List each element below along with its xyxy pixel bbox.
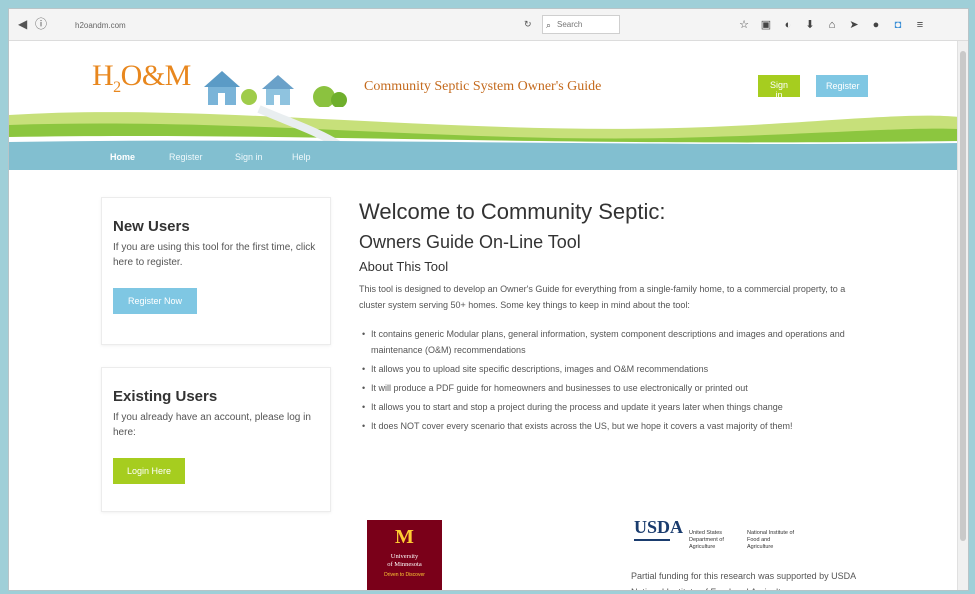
site-tagline: Community Septic System Owner's Guide xyxy=(364,79,602,94)
about-intro: This tool is designed to develop an Owne… xyxy=(359,284,846,310)
header-signin-button[interactable]: Sign in xyxy=(758,75,800,100)
login-here-button[interactable]: Login Here xyxy=(113,458,185,484)
page-title: Welcome to Community Septic: xyxy=(359,199,666,224)
list-item: It allows you to start and stop a projec… xyxy=(359,399,869,415)
address-bar[interactable] xyxy=(71,16,526,34)
register-now-button[interactable]: Register Now xyxy=(113,288,197,314)
menu-icon[interactable]: ≡ xyxy=(909,18,931,32)
umn-m-mark: M xyxy=(395,526,414,548)
nifa-text: National Institute of Food and Agricultu… xyxy=(747,530,795,550)
browser-window: ◀ ⓘ ↻ ⌕ ☆ ▣ ◐ ⬇ ⌂ ➤ ● ◘ ≡ H2O&M xyxy=(8,8,969,591)
list-item: It will produce a PDF guide for homeowne… xyxy=(359,380,869,396)
browser-search-input[interactable] xyxy=(542,15,620,34)
browser-toolbar: ◀ ⓘ ↻ ⌕ ☆ ▣ ◐ ⬇ ⌂ ➤ ● ◘ ≡ xyxy=(9,9,968,41)
feature-list: It contains generic Modular plans, gener… xyxy=(359,326,869,434)
about-heading: About This Tool xyxy=(359,259,449,274)
new-users-card: New Users If you are using this tool for… xyxy=(101,197,331,345)
funding-note: Partial funding for this research was su… xyxy=(631,571,856,590)
list-item: It allows you to upload site specific de… xyxy=(359,361,869,377)
existing-users-title: Existing Users xyxy=(113,388,218,405)
chat-icon[interactable]: ● xyxy=(865,18,887,32)
new-users-text: If you are using this tool for the first… xyxy=(113,242,316,268)
search-icon: ⌕ xyxy=(546,20,552,30)
home-icon[interactable]: ⌂ xyxy=(821,18,843,32)
nav-signin[interactable]: Sign in xyxy=(235,152,263,162)
umn-logo: M University of Minnesota Driven to Disc… xyxy=(367,520,442,590)
header-register-button[interactable]: Register xyxy=(816,75,868,97)
site-logo[interactable]: H2O&M xyxy=(92,59,191,97)
main-content: Welcome to Community Septic: Owners Guid… xyxy=(359,199,899,437)
list-item: It does NOT cover every scenario that ex… xyxy=(359,418,869,434)
site-header: H2O&M Community Septic System Owner's Gu… xyxy=(9,42,959,147)
extension-icon[interactable]: ◘ xyxy=(887,18,909,32)
existing-users-text: If you already have an account, please l… xyxy=(113,412,311,438)
nav-home[interactable]: Home xyxy=(110,152,135,162)
new-users-title: New Users xyxy=(113,218,190,235)
umn-slogan: Driven to Discover xyxy=(384,572,425,578)
library-icon[interactable]: ▣ xyxy=(755,18,777,32)
page-subtitle: Owners Guide On-Line Tool xyxy=(359,232,581,252)
info-icon[interactable]: ⓘ xyxy=(35,17,47,31)
page-scrollbar[interactable] xyxy=(957,41,968,590)
usda-logo: USDA xyxy=(634,517,683,541)
download-icon[interactable]: ⬇ xyxy=(799,18,821,32)
nav-help[interactable]: Help xyxy=(292,152,311,162)
existing-users-card: Existing Users If you already have an ac… xyxy=(101,367,331,512)
main-navbar: Home Register Sign in Help xyxy=(9,144,959,170)
nav-register[interactable]: Register xyxy=(169,152,203,162)
umn-name: University of Minnesota xyxy=(387,553,422,568)
scrollbar-thumb[interactable] xyxy=(960,51,966,541)
bookmark-star-icon[interactable]: ☆ xyxy=(733,18,755,32)
pocket-icon[interactable]: ◐ xyxy=(777,18,799,32)
usda-department-text: United States Department of Agriculture xyxy=(689,530,724,550)
reload-icon[interactable]: ↻ xyxy=(524,17,532,31)
header-wave-decoration xyxy=(9,105,959,147)
send-icon[interactable]: ➤ xyxy=(843,18,865,32)
back-icon[interactable]: ◀ xyxy=(18,17,27,31)
list-item: It contains generic Modular plans, gener… xyxy=(359,326,869,358)
